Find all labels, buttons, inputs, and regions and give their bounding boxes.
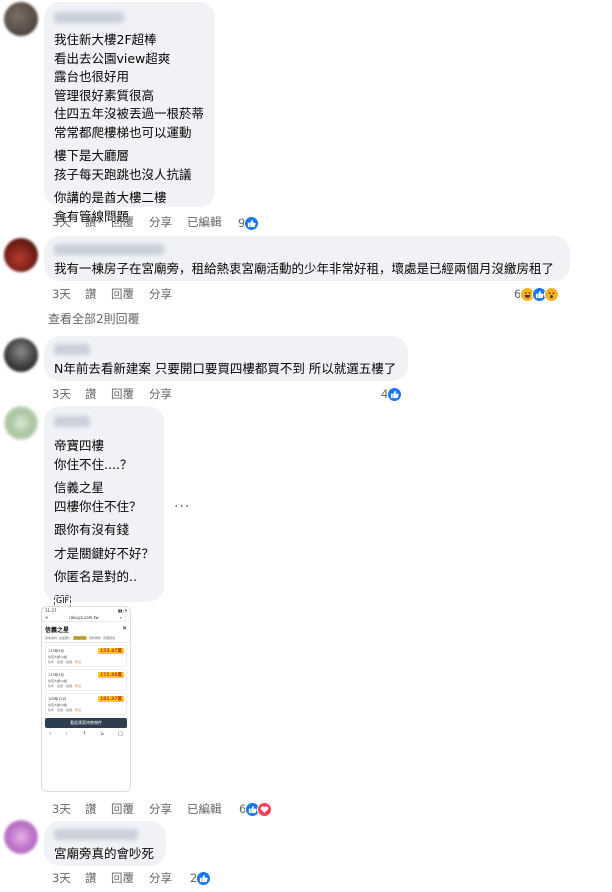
comment-text: N年前去看新建案 只要開口要買四樓都買不到 所以就選五樓了	[54, 361, 397, 376]
thumb-title: 信義之星 ✕	[45, 625, 127, 634]
comment-actions: 3天 讚 回覆 分享	[52, 386, 232, 404]
thumb-record: 110年5月 153.47萬 住宅大樓19樓 建坪 單價 總價 車位	[45, 645, 127, 667]
thumb-status-bar: 11:27 ▮▮ ◔	[45, 608, 127, 613]
avatar[interactable]	[4, 406, 38, 440]
comment-text: 看出去公園view超爽	[54, 50, 171, 66]
edited-label: 已編輯	[187, 215, 222, 229]
comment-time[interactable]: 3天	[52, 214, 71, 230]
comment-time[interactable]: 3天	[52, 801, 71, 817]
reaction-summary[interactable]: 6	[514, 285, 560, 303]
comment-bubble: 我住新大樓2F超棒 看出去公園view超爽 露台也很好用 管理很好素質很高 住四…	[44, 2, 215, 224]
comment-text: 宮廟旁真的會吵死	[54, 846, 155, 861]
thumb-tabs: 基本資料 社區簡介 實價登錄 待售物件 周邊環境	[42, 636, 130, 643]
comment-bubble: 我有一棟房子在宮廟旁，租給熱衷宮廟活動的少年非常好租，壞處是已經兩個月沒繳房租了	[44, 236, 570, 281]
comment-text: 樓下是大廳層	[54, 148, 130, 163]
comment-options-button[interactable]: ...	[174, 495, 190, 511]
thumb-button: 看此建案待售物件	[45, 718, 127, 728]
comment-text: 你匿名是對的..	[54, 569, 137, 584]
comment-text: 你講的是酋大樓二樓	[54, 190, 167, 205]
comment-author-blurred[interactable]	[54, 244, 164, 255]
avatar[interactable]	[4, 338, 38, 372]
comment-text: 才是關鍵好不好？	[54, 545, 155, 561]
like-reaction-icon	[387, 386, 403, 402]
comment-text: 我住新大樓2F超棒	[54, 32, 157, 47]
comment-text: 我有一棟房子在宮廟旁，租給熱衷宮廟活動的少年非常好租，壞處是已經兩個月沒繳房租了	[54, 261, 555, 276]
like-link[interactable]: 讚	[85, 386, 97, 402]
avatar[interactable]	[4, 238, 38, 272]
share-link[interactable]: 分享	[149, 386, 172, 402]
heart-reaction-icon	[257, 801, 273, 817]
like-link[interactable]: 讚	[85, 286, 97, 302]
like-reaction-icon	[196, 870, 212, 886]
comment-text: 常常都爬樓梯也可以運動	[54, 124, 192, 140]
comment-text: 你住不住....？	[54, 456, 133, 472]
share-link[interactable]: 分享	[149, 801, 172, 817]
comment-bubble: N年前去看新建案 只要開口要買四樓都買不到 所以就選五樓了	[44, 336, 408, 381]
reaction-summary[interactable]: 6	[239, 800, 273, 818]
reaction-summary[interactable]: 4	[381, 385, 403, 403]
reply-link[interactable]: 回覆	[111, 870, 134, 886]
comment-text: 管理很好素質很高	[54, 87, 155, 103]
share-link[interactable]: 分享	[149, 286, 172, 302]
comment-text: 住四五年沒被丟過一根菸蒂	[54, 106, 205, 121]
comment-bubble: 宮廟旁真的會吵死	[44, 821, 166, 866]
thumb-record: 110年3月 172.88萬 住宅大樓24樓 建坪 單價 總價 車位	[45, 669, 127, 691]
reaction-summary[interactable]: 2	[190, 869, 212, 887]
comment-text: 信義之星	[54, 480, 105, 495]
comment-text: 四樓你住不住？	[54, 498, 142, 514]
like-link[interactable]: 讚	[85, 801, 97, 817]
comment-author-blurred[interactable]	[54, 12, 124, 23]
thumb-url-bar: ✕ rakuya.com.tw ⌕ ⋮	[42, 614, 130, 622]
like-reaction-icon	[244, 215, 260, 231]
comment-bubble: 帝寶四樓 你住不住....？ 信義之星 四樓你住不住？ 跟你有沒有錢 才是關鍵好…	[44, 406, 164, 607]
share-link[interactable]: 分享	[149, 214, 172, 230]
like-link[interactable]: 讚	[85, 214, 97, 230]
comment-author-blurred[interactable]	[54, 416, 90, 427]
comment-time[interactable]: 3天	[52, 386, 71, 402]
thumb-record: 109年12月 181.37萬 住宅大樓16樓 建坪 單價 總價 車位	[45, 693, 127, 715]
comment-actions: 3天 讚 回覆 分享	[52, 286, 232, 304]
attached-screenshot-image[interactable]: 11:27 ▮▮ ◔ ✕ rakuya.com.tw ⌕ ⋮ 信義之星 ✕ 基本資料 社…	[41, 606, 131, 792]
view-all-replies-link[interactable]: 查看全部2則回覆	[48, 310, 140, 327]
comment-text: 露台也很好用	[54, 69, 130, 84]
avatar[interactable]	[4, 2, 38, 36]
edited-label: 已編輯	[187, 802, 222, 816]
like-link[interactable]: 讚	[85, 870, 97, 886]
comment-time[interactable]: 3天	[52, 286, 71, 302]
reaction-summary[interactable]: 9	[238, 214, 260, 232]
avatar[interactable]	[4, 820, 38, 854]
reply-link[interactable]: 回覆	[111, 801, 134, 817]
comment-text: 跟你有沒有錢	[54, 522, 130, 537]
reply-link[interactable]: 回覆	[111, 214, 134, 230]
reply-link[interactable]: 回覆	[111, 386, 134, 402]
reply-link[interactable]: 回覆	[111, 286, 134, 302]
comment-text: 帝寶四樓	[54, 438, 105, 453]
comment-text: 孩子每天跑跳也沒人抗議	[54, 166, 192, 182]
thumb-nav-bar: ‹ › ↑ ⌂ □	[49, 731, 123, 737]
wow-reaction-icon	[544, 286, 560, 302]
share-link[interactable]: 分享	[149, 870, 172, 886]
comment-author-blurred[interactable]	[54, 829, 138, 840]
comment-author-blurred[interactable]	[54, 344, 90, 355]
comment-time[interactable]: 3天	[52, 870, 71, 886]
